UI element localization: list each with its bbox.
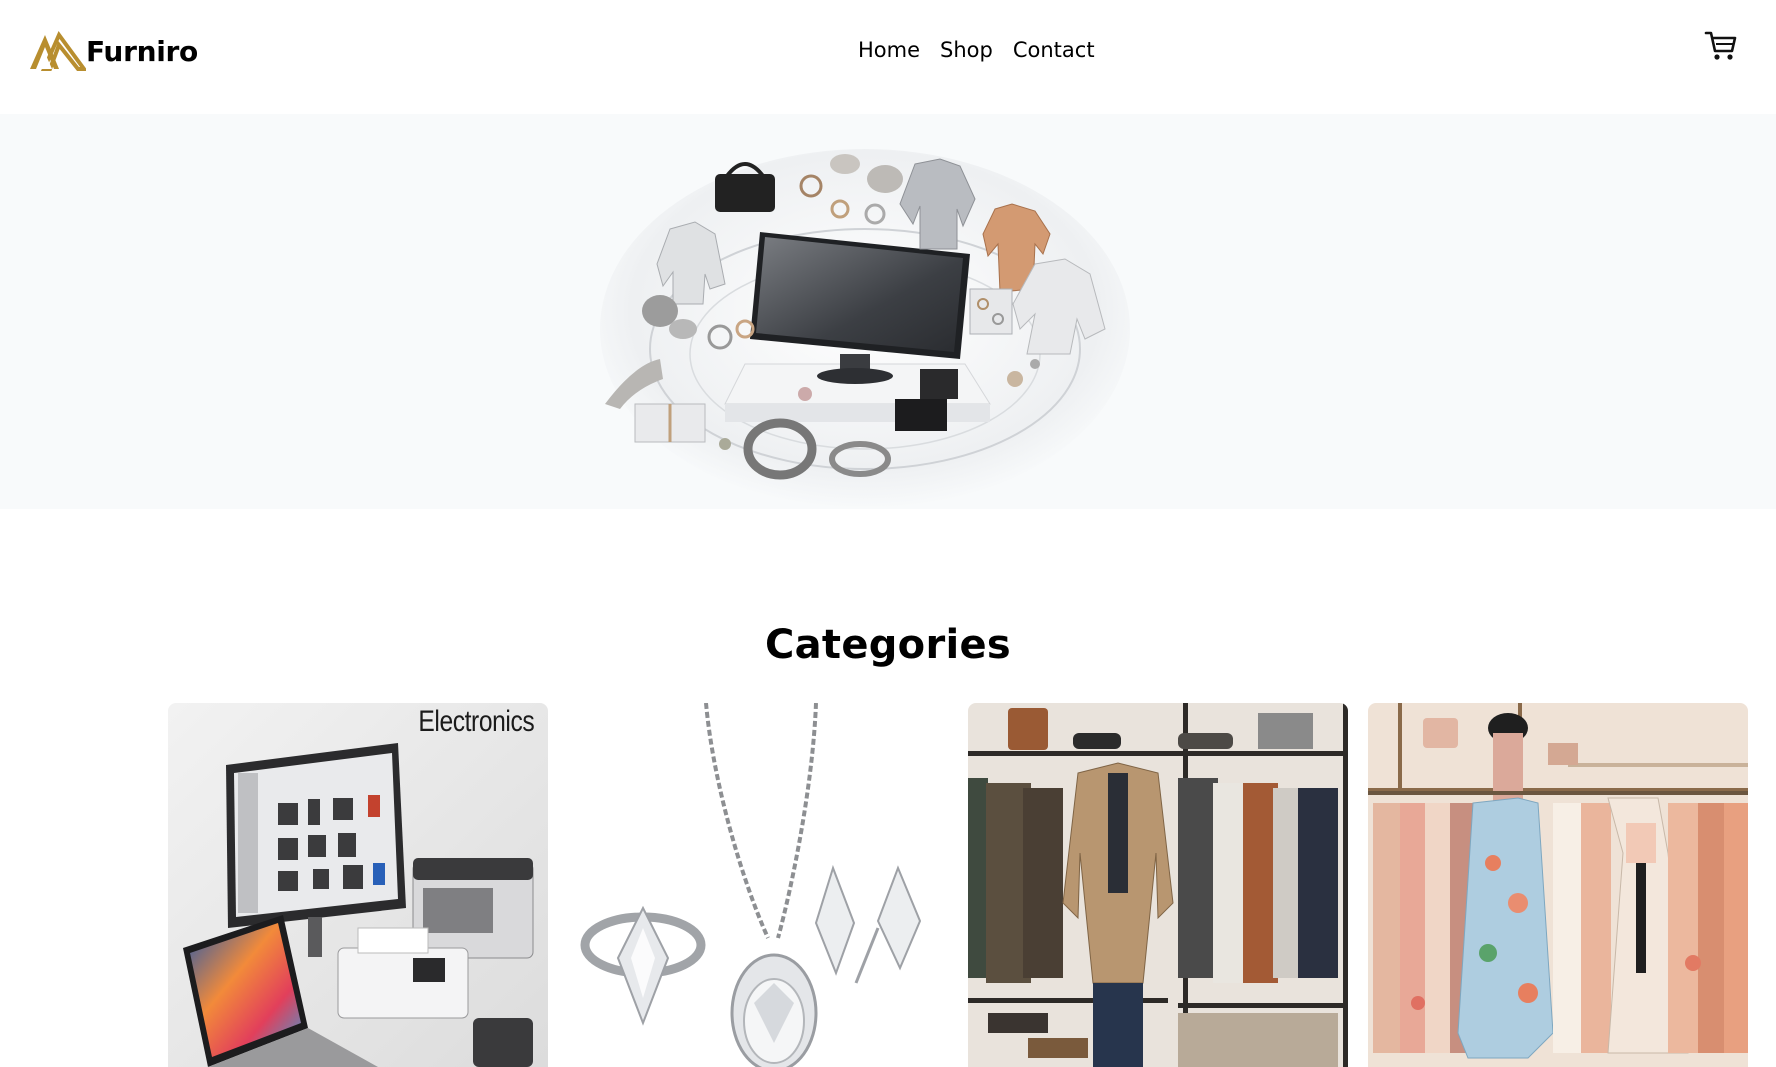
mens-clothing-photo — [968, 703, 1348, 1067]
categories-heading: Categories — [764, 622, 1012, 668]
hero-banner — [0, 114, 1776, 509]
brand-name: Furniro — [86, 34, 198, 68]
nav-contact[interactable]: Contact — [1013, 38, 1095, 62]
category-label-electronics: Electronics — [418, 705, 534, 738]
shopping-cart-icon[interactable] — [1704, 30, 1738, 62]
category-card-electronics[interactable]: Electronics — [168, 703, 548, 1067]
womens-clothing-photo — [1368, 703, 1748, 1067]
site-header: Furniro Home Shop Contact — [0, 0, 1776, 114]
jewelry-photo — [568, 703, 948, 1067]
main-nav: Home Shop Contact — [858, 38, 1095, 62]
category-card-jewelry[interactable] — [568, 703, 948, 1067]
nav-shop[interactable]: Shop — [940, 38, 993, 62]
electronics-photo — [168, 703, 548, 1067]
category-card-mens-clothing[interactable] — [968, 703, 1348, 1067]
nav-home[interactable]: Home — [858, 38, 920, 62]
category-card-womens-clothing[interactable] — [1368, 703, 1748, 1067]
hero-products-image — [600, 149, 1130, 509]
categories-grid: Electronics — [168, 703, 1748, 1067]
brand-logo-link[interactable]: Furniro — [28, 31, 198, 71]
brand-logo-icon — [30, 31, 86, 71]
